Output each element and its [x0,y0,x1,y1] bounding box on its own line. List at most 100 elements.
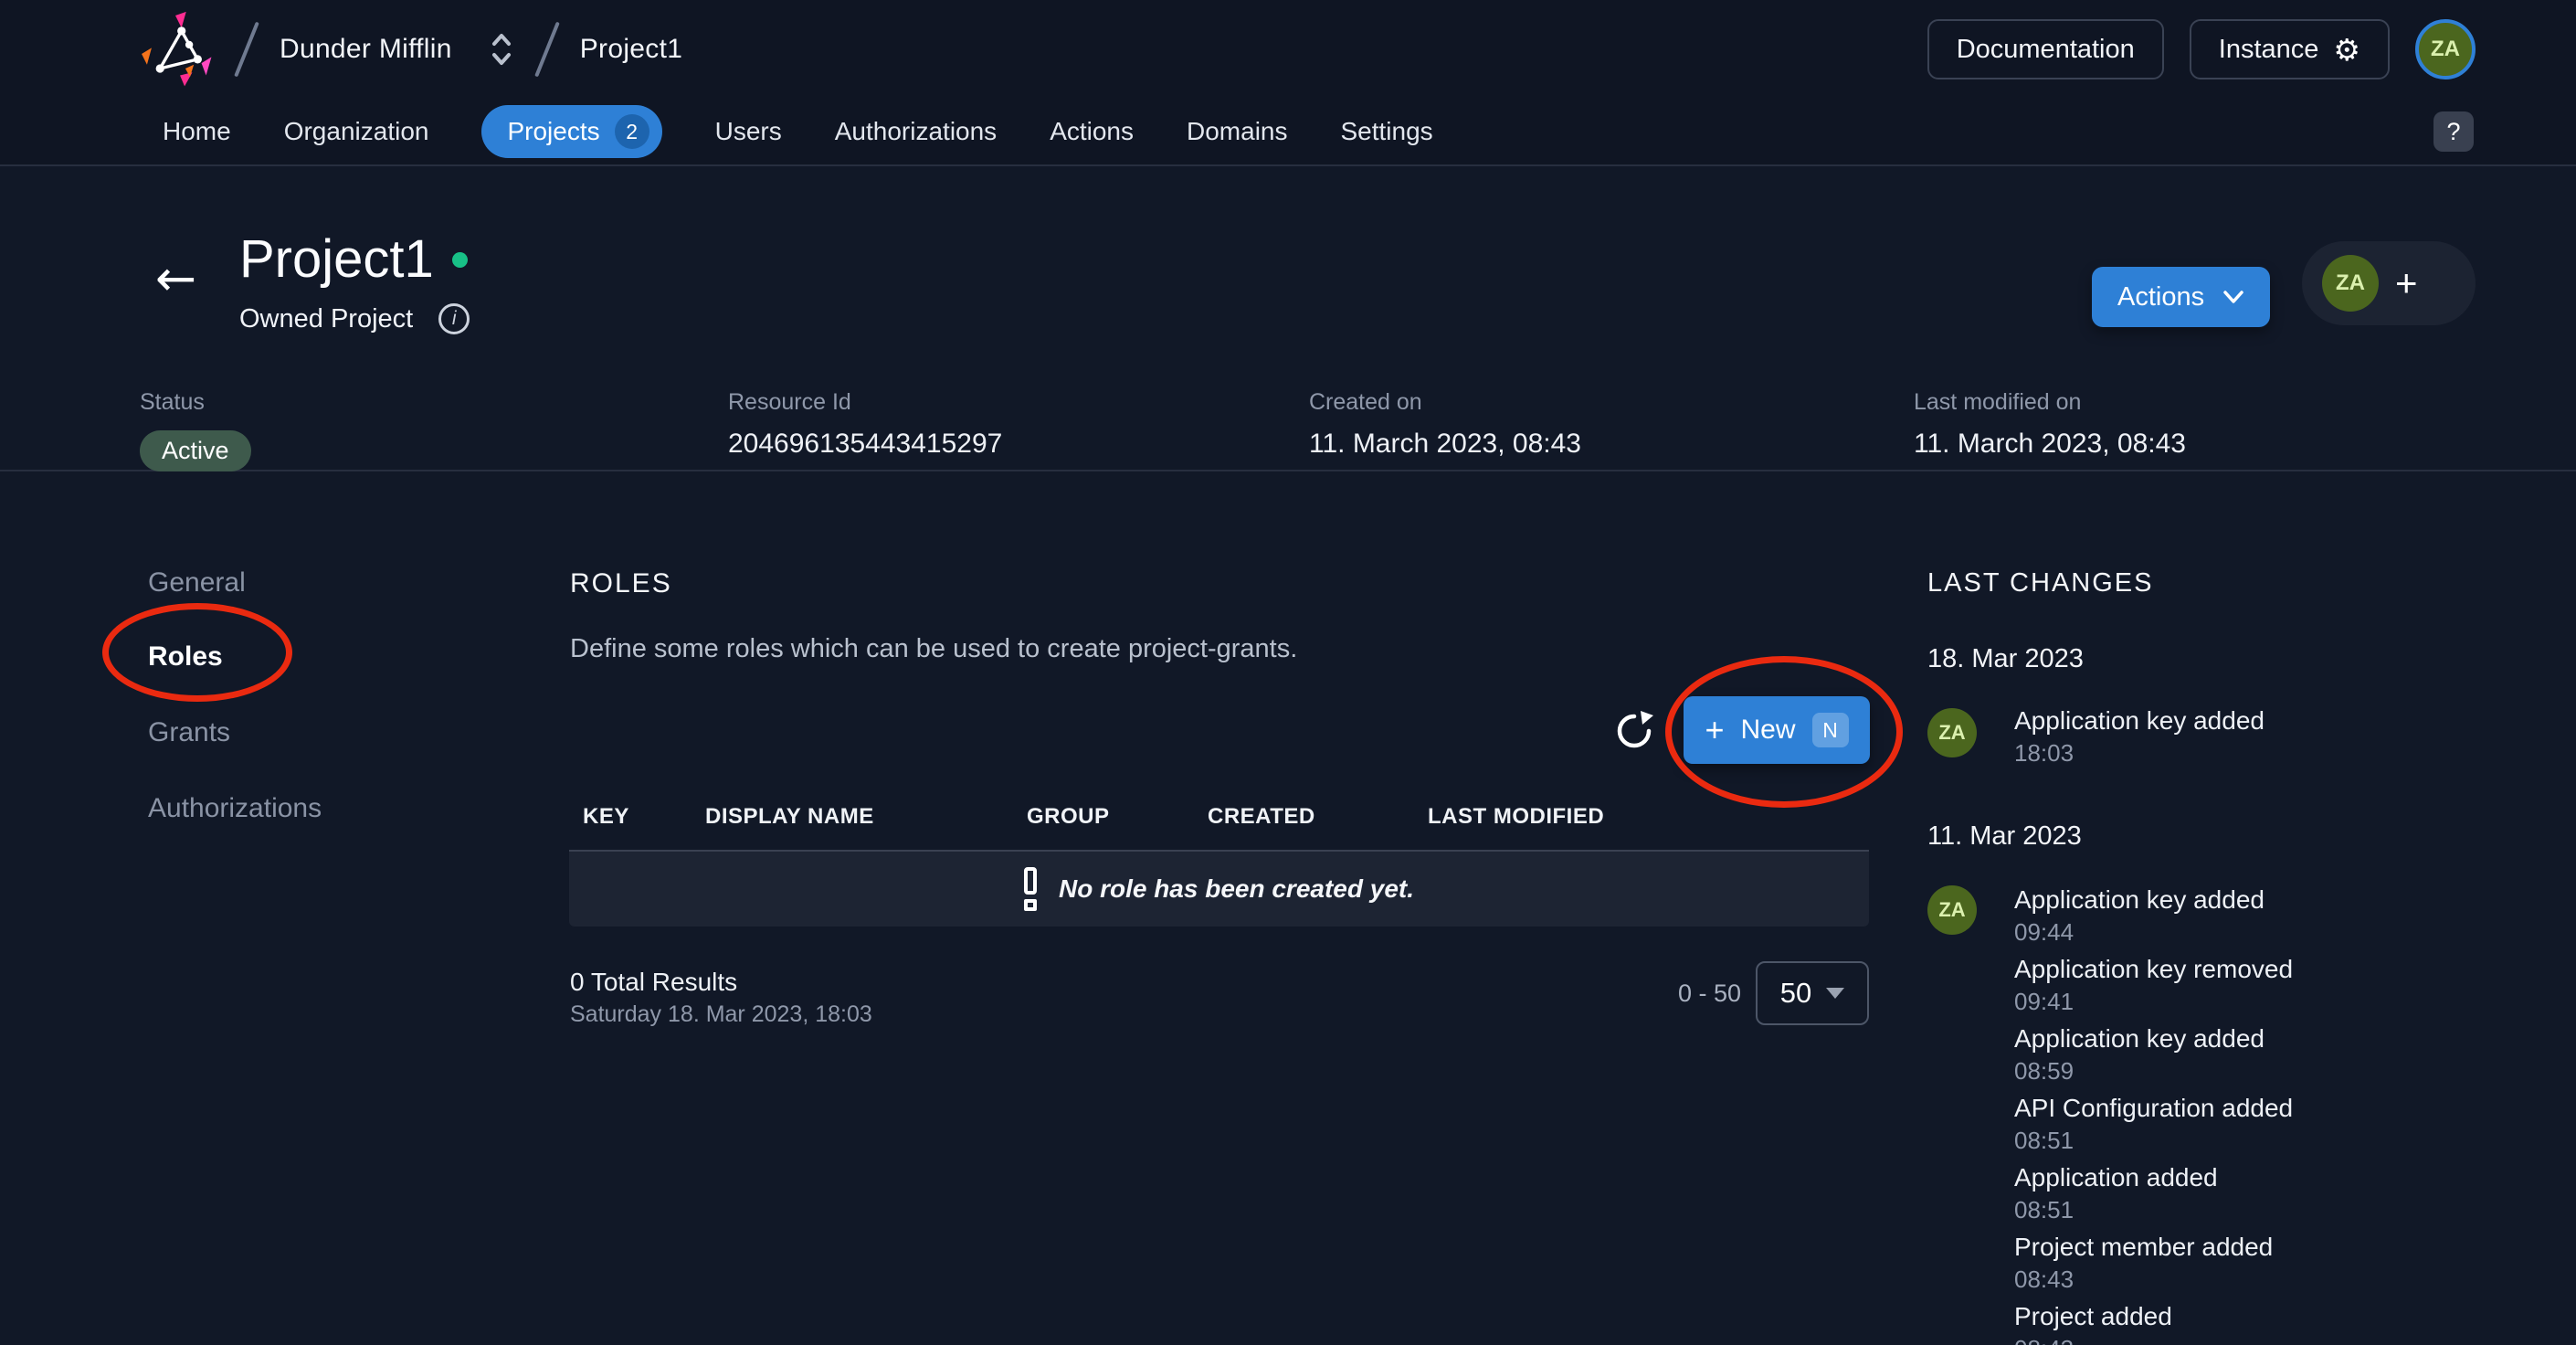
meta-created-on: Created on 11. March 2023, 08:43 [1309,389,1581,460]
meta-resource-id: Resource Id 204696135443415297 [728,389,1002,460]
chevron-down-icon [2222,290,2244,304]
zitadel-logo-icon[interactable] [137,11,214,88]
shortcut-key-badge: N [1812,713,1849,747]
pagination-range: 0 - 50 [1650,980,1741,1008]
active-status-dot-icon [452,252,468,268]
nav-items: Home Organization Projects 2 Users Autho… [163,105,1433,158]
page-size-value: 50 [1780,977,1811,1010]
project-header: ← Project1 Owned Project i Actions ZA + … [0,166,2576,471]
member-avatar[interactable]: ZA [2322,255,2379,312]
change-entry-text[interactable]: Application key added [2014,1024,2265,1054]
zitadel-console: Dunder Mifflin Project1 Documentation In… [0,0,2576,1345]
meta-value: 11. March 2023, 08:43 [1309,429,1581,460]
empty-state-row: No role has been created yet. [569,850,1869,927]
exclamation-icon [1024,867,1037,911]
change-avatar: ZA [1927,885,1977,935]
change-entry-text[interactable]: Project member added [2014,1233,2273,1262]
tab-users[interactable]: Users [715,117,782,146]
info-icon[interactable]: i [438,303,470,334]
project-members-group: ZA + [2302,241,2476,325]
section-title-roles: ROLES [570,568,672,599]
tab-domains[interactable]: Domains [1187,117,1287,146]
roles-description: Define some roles which can be used to c… [570,634,1297,664]
breadcrumb-project[interactable]: Project1 [580,34,682,65]
tab-projects[interactable]: Projects 2 [481,105,661,158]
change-avatar: ZA [1927,708,1977,757]
empty-state-message: No role has been created yet. [1059,874,1414,904]
instance-button[interactable]: Instance ⚙ [2190,19,2390,79]
project-type-label: Owned Project [239,304,413,334]
tab-settings[interactable]: Settings [1341,117,1433,146]
instance-label: Instance [2219,35,2319,65]
tab-projects-label: Projects [507,117,599,146]
change-entry-text[interactable]: Project added [2014,1302,2172,1331]
column-header-key: KEY [583,804,629,830]
projects-count-badge: 2 [615,114,649,149]
tab-home[interactable]: Home [163,117,231,146]
meta-status: Status Active [140,389,251,471]
meta-value: 11. March 2023, 08:43 [1914,429,2186,460]
change-entry-time: 08:51 [2014,1196,2074,1224]
change-entry-text[interactable]: Application added [2014,1163,2218,1192]
column-header-group: GROUP [1027,804,1110,830]
back-arrow-icon[interactable]: ← [155,254,196,303]
results-timestamp: Saturday 18. Mar 2023, 18:03 [570,1001,872,1028]
breadcrumb-slash-icon [534,22,560,78]
documentation-label: Documentation [1957,35,2135,65]
avatar-initials: ZA [1938,721,1965,745]
page-title: Project1 [239,230,434,289]
tab-organization[interactable]: Organization [284,117,429,146]
status-badge: Active [140,430,251,471]
project-subtitle-row: Owned Project i [239,303,470,334]
total-results: 0 Total Results [570,968,737,997]
actions-label: Actions [2117,282,2204,312]
org-switcher-chevrons-icon[interactable] [489,28,514,70]
project-title-row: Project1 [239,230,468,289]
meta-label: Created on [1309,389,1581,416]
org-switcher-label[interactable]: Dunder Mifflin [280,34,452,65]
changes-date: 18. Mar 2023 [1927,644,2084,674]
changes-date: 11. Mar 2023 [1927,821,2082,852]
change-entry-time: 18:03 [2014,739,2074,768]
plus-icon: + [1705,714,1724,747]
documentation-button[interactable]: Documentation [1927,19,2164,79]
avatar-initials: ZA [1938,898,1965,922]
last-changes-title: LAST CHANGES [1927,568,2153,598]
new-role-label: New [1741,715,1796,746]
user-avatar[interactable]: ZA [2415,19,2476,79]
sidebar-item-grants[interactable]: Grants [148,717,230,748]
caret-down-icon [1826,988,1844,999]
page-size-select[interactable]: 50 [1756,961,1869,1025]
change-entry-text[interactable]: Application key removed [2014,955,2293,984]
change-entry-time: 08:51 [2014,1127,2074,1155]
sidebar-item-general[interactable]: General [148,567,246,598]
column-header-display-name: DISPLAY NAME [705,804,874,830]
topbar: Dunder Mifflin Project1 Documentation In… [0,0,2576,99]
change-entry-text[interactable]: API Configuration added [2014,1094,2293,1123]
change-entry-text[interactable]: Application key added [2014,706,2265,736]
sidebar-item-authorizations[interactable]: Authorizations [148,793,322,824]
change-entry-time: 08:43 [2014,1266,2074,1294]
avatar-initials: ZA [2431,37,2460,62]
refresh-icon[interactable] [1613,709,1657,753]
tab-actions[interactable]: Actions [1050,117,1134,146]
change-entry-time: 08:43 [2014,1335,2074,1345]
meta-value: 204696135443415297 [728,429,1002,460]
meta-label: Status [140,389,251,416]
change-entry-text[interactable]: Application key added [2014,885,2265,915]
new-role-button[interactable]: + New N [1684,696,1870,764]
topbar-actions: Documentation Instance ⚙ ZA [1927,19,2476,79]
sidebar-item-roles[interactable]: Roles [148,641,223,672]
meta-label: Resource Id [728,389,1002,416]
gear-icon: ⚙ [2333,35,2360,65]
avatar-initials: ZA [2336,270,2365,296]
help-button[interactable]: ? [2433,111,2474,152]
actions-menu-button[interactable]: Actions [2092,267,2270,327]
change-entry-time: 09:41 [2014,988,2074,1016]
meta-last-modified: Last modified on 11. March 2023, 08:43 [1914,389,2186,460]
column-header-last-modified: LAST MODIFIED [1428,804,1604,830]
add-member-plus-icon[interactable]: + [2395,264,2418,302]
change-entry-time: 08:59 [2014,1057,2074,1086]
breadcrumb-slash-icon [234,22,259,78]
tab-authorizations[interactable]: Authorizations [835,117,997,146]
